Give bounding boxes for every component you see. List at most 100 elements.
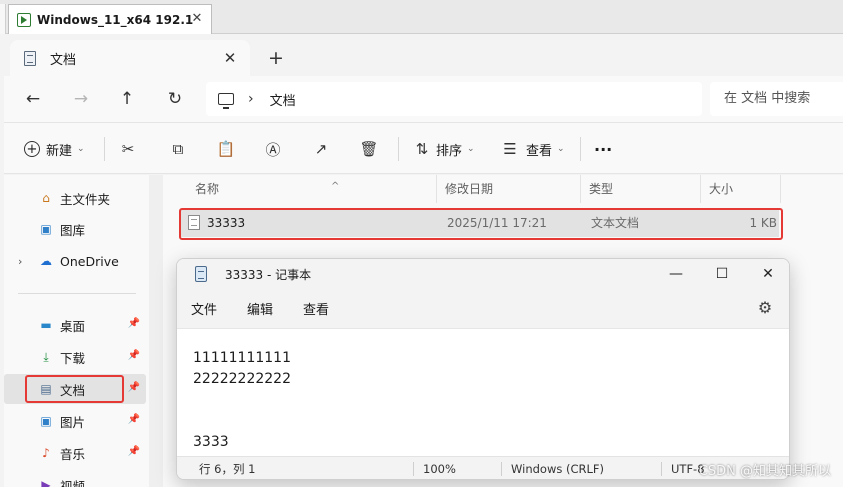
document-icon bbox=[24, 50, 36, 66]
sidebar-item-label: 图片 bbox=[60, 414, 86, 430]
sidebar-item-label: 主文件夹 bbox=[60, 191, 111, 207]
plus-icon: + bbox=[24, 141, 40, 157]
file-name: 33333 bbox=[207, 216, 246, 230]
download-icon: ⤓ bbox=[43, 349, 49, 364]
column-header-modified[interactable]: 修改日期 bbox=[437, 175, 581, 203]
rename-button[interactable]: Ⓐ bbox=[263, 135, 283, 163]
text-line: 22222222222 bbox=[193, 371, 291, 387]
search-input[interactable]: 在 文档 中搜索 bbox=[710, 82, 843, 116]
maximize-button[interactable]: ☐ bbox=[699, 259, 745, 289]
toolbar-divider bbox=[104, 137, 105, 161]
column-header-label: 名称 bbox=[195, 182, 220, 196]
vm-tab-strip: Windows_11_x64 192.168... ✕ bbox=[0, 0, 843, 34]
status-divider bbox=[413, 462, 414, 476]
notepad-title-bar[interactable]: 33333 - 记事本 — ☐ ✕ bbox=[177, 259, 789, 289]
new-button-label: 新建 bbox=[46, 143, 73, 159]
navigation-pane: ⌂ 主文件夹 ▣ 图库 › ☁ OneDrive ▬ 桌面 📌 ⤓ 下载 📌 ▤… bbox=[4, 175, 149, 487]
pin-icon[interactable]: 📌 bbox=[128, 414, 140, 425]
file-size: 1 KB bbox=[749, 216, 777, 230]
pictures-icon: ▣ bbox=[40, 414, 52, 428]
pin-icon[interactable]: 📌 bbox=[128, 446, 140, 457]
gallery-icon: ▣ bbox=[40, 222, 52, 236]
sidebar-item-label: 视频 bbox=[60, 478, 86, 487]
minimize-button[interactable]: — bbox=[653, 259, 699, 289]
up-button[interactable]: ↑ bbox=[112, 84, 142, 114]
breadcrumb-separator[interactable]: › bbox=[248, 91, 254, 107]
cut-icon: ✂ bbox=[121, 140, 135, 158]
watermark: CSDN @知其知其所以 bbox=[698, 464, 831, 479]
new-button[interactable]: + 新建 ⌄ bbox=[24, 135, 85, 163]
delete-button[interactable]: 🗑 bbox=[359, 135, 379, 163]
navigation-bar: ← → ↑ ↻ › 文档 在 文档 中搜索 bbox=[4, 76, 843, 122]
pin-icon[interactable]: 📌 bbox=[128, 318, 140, 329]
sidebar-item-label: 图库 bbox=[60, 222, 86, 238]
sidebar-item-label: 下载 bbox=[60, 350, 86, 366]
music-icon: ♪ bbox=[42, 446, 50, 460]
close-button[interactable]: ✕ bbox=[745, 259, 789, 289]
pin-icon[interactable]: 📌 bbox=[128, 350, 140, 361]
sidebar-item-desktop[interactable]: ▬ 桌面 📌 bbox=[4, 310, 146, 340]
paste-button[interactable]: 📋 bbox=[216, 135, 236, 163]
command-bar: + 新建 ⌄ ✂ ⧉ 📋 Ⓐ ↗ 🗑 ⇅ 排序 ⌄ ☰ 查看 ⌄ ··· bbox=[4, 122, 843, 174]
text-line bbox=[193, 411, 789, 432]
sidebar-item-onedrive[interactable]: ☁ OneDrive bbox=[4, 246, 146, 276]
share-button[interactable]: ↗ bbox=[311, 135, 331, 163]
breadcrumb-documents[interactable]: 文档 bbox=[270, 90, 296, 109]
cut-button[interactable]: ✂ bbox=[118, 135, 138, 163]
pin-icon[interactable]: 📌 bbox=[128, 382, 140, 393]
explorer-tab-documents[interactable]: 文档 ✕ bbox=[10, 40, 250, 76]
line-ending: Windows (CRLF) bbox=[511, 462, 605, 476]
notepad-text-area[interactable]: 11111111111 22222222222 3333 bbox=[177, 330, 789, 456]
menu-file[interactable]: 文件 bbox=[191, 299, 217, 318]
status-divider bbox=[501, 462, 502, 476]
sort-button-label: 排序 bbox=[436, 143, 463, 159]
file-type: 文本文档 bbox=[591, 216, 640, 230]
table-row[interactable]: 33333 2025/1/11 17:21 文本文档 1 KB bbox=[181, 209, 779, 237]
vm-tab-edge bbox=[0, 4, 6, 34]
sidebar-item-downloads[interactable]: ⤓ 下载 📌 bbox=[4, 342, 146, 372]
sidebar-item-pictures[interactable]: ▣ 图片 📌 bbox=[4, 406, 146, 436]
vm-tab-title: Windows_11_x64 192.168... bbox=[37, 12, 193, 27]
sidebar-scrollbar[interactable] bbox=[149, 175, 163, 487]
forward-button[interactable]: → bbox=[66, 84, 96, 114]
sidebar-item-music[interactable]: ♪ 音乐 📌 bbox=[4, 438, 146, 468]
paste-icon: 📋 bbox=[216, 140, 236, 158]
vm-tab[interactable]: Windows_11_x64 192.168... ✕ bbox=[8, 4, 212, 34]
column-header-name[interactable]: 名称 ^ bbox=[187, 175, 437, 203]
column-header-size[interactable]: 大小 bbox=[701, 175, 781, 203]
explorer-tab-bar: 文档 ✕ + bbox=[4, 34, 843, 76]
view-icon: ☰ bbox=[503, 140, 517, 158]
copy-button[interactable]: ⧉ bbox=[168, 135, 188, 163]
menu-view[interactable]: 查看 bbox=[303, 299, 329, 318]
chevron-down-icon: ⌄ bbox=[467, 144, 475, 154]
sidebar-item-documents[interactable]: ▤ 文档 📌 bbox=[4, 374, 146, 404]
video-icon: ▶ bbox=[41, 478, 51, 487]
refresh-button[interactable]: ↻ bbox=[160, 84, 190, 114]
notepad-icon bbox=[195, 266, 207, 282]
sidebar-item-home[interactable]: ⌂ 主文件夹 bbox=[4, 183, 146, 213]
tab-close-icon[interactable]: ✕ bbox=[220, 48, 240, 68]
sort-ascending-icon: ^ bbox=[331, 181, 340, 192]
sort-button[interactable]: ⇅ 排序 ⌄ bbox=[412, 135, 475, 163]
menu-edit[interactable]: 编辑 bbox=[247, 299, 273, 318]
new-tab-button[interactable]: + bbox=[264, 46, 288, 70]
this-pc-icon[interactable] bbox=[218, 93, 234, 109]
column-header-type[interactable]: 类型 bbox=[581, 175, 701, 203]
zoom-level: 100% bbox=[423, 462, 456, 476]
view-button[interactable]: ☰ 查看 ⌄ bbox=[500, 135, 564, 163]
text-line: 3333 bbox=[193, 434, 229, 450]
sidebar-item-label: 音乐 bbox=[60, 446, 86, 462]
back-button[interactable]: ← bbox=[18, 84, 48, 114]
more-options-button[interactable]: ··· bbox=[594, 135, 612, 163]
address-bar[interactable]: › 文档 bbox=[206, 82, 702, 116]
document-icon: ▤ bbox=[40, 382, 52, 396]
vm-tab-close-icon[interactable]: ✕ bbox=[189, 11, 205, 27]
settings-gear-icon[interactable]: ⚙ bbox=[755, 298, 775, 318]
sidebar-item-videos[interactable]: ▶ 视频 bbox=[4, 470, 146, 487]
file-list-header: 名称 ^ 修改日期 类型 大小 bbox=[163, 175, 785, 203]
notepad-window: 33333 - 记事本 — ☐ ✕ 文件 编辑 查看 ⚙ 11111111111… bbox=[176, 258, 790, 480]
text-file-icon bbox=[188, 215, 200, 230]
text-line bbox=[193, 390, 789, 411]
toolbar-divider bbox=[398, 137, 399, 161]
sidebar-item-gallery[interactable]: ▣ 图库 bbox=[4, 214, 146, 244]
